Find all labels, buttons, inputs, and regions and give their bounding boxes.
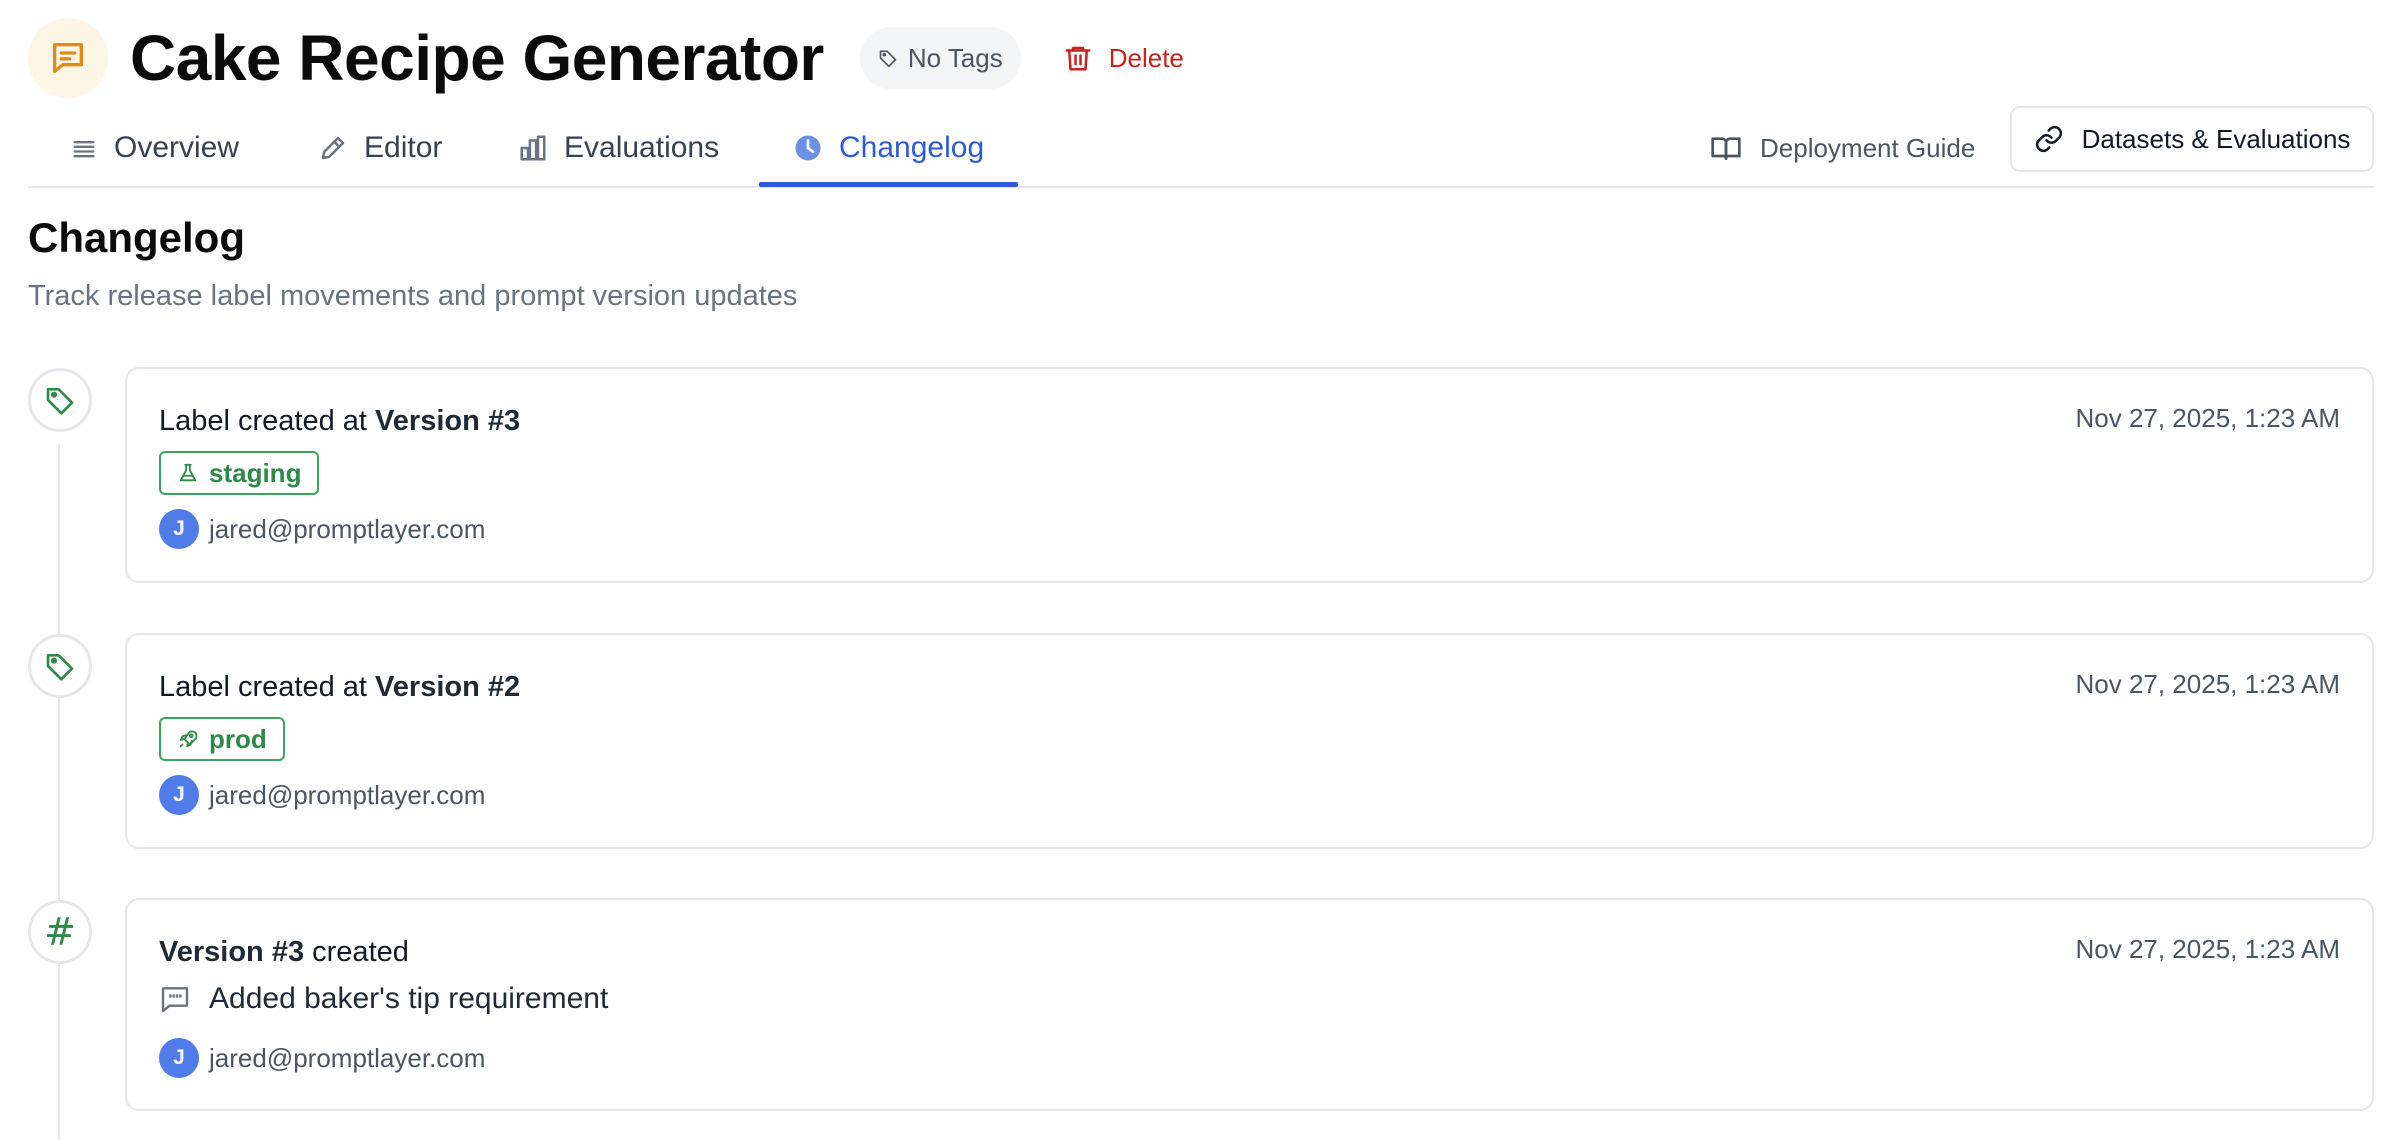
timeline-tag-icon	[28, 368, 92, 432]
tab-overview[interactable]: Overview	[70, 108, 239, 188]
list-icon	[73, 141, 95, 158]
commit-message-text: Added baker's tip requirement	[209, 982, 609, 1015]
section-subtitle: Track release label movements and prompt…	[28, 280, 798, 312]
bar-chart-icon	[520, 135, 546, 161]
label-badge: staging	[159, 451, 320, 495]
avatar: J	[159, 775, 199, 815]
tab-evaluations[interactable]: Evaluations	[518, 108, 719, 188]
timeline-hash-icon: #	[28, 900, 92, 964]
entry-heading-prefix: Label created at	[159, 405, 376, 437]
clock-icon	[795, 135, 821, 161]
changelog-entry: Label created at Version #2 Nov 27, 2025…	[125, 633, 2374, 849]
user-email: jared@promptlayer.com	[209, 513, 486, 544]
tags-label: No Tags	[907, 42, 1003, 73]
pencil-icon	[321, 136, 345, 160]
rocket-icon	[179, 730, 198, 748]
entry-heading: Version #3 created	[159, 936, 409, 969]
tags-button[interactable]: No Tags	[859, 27, 1021, 89]
timeline-line	[58, 444, 60, 1140]
entry-timestamp: Nov 27, 2025, 1:23 AM	[2075, 669, 2340, 699]
entry-heading: Label created at Version #3	[159, 405, 520, 438]
flask-icon	[179, 463, 197, 482]
tab-editor[interactable]: Editor	[318, 108, 442, 188]
tab-changelog[interactable]: Changelog	[793, 108, 984, 188]
delete-button[interactable]: Delete	[1063, 27, 1184, 89]
deployment-guide-label: Deployment Guide	[1760, 132, 1976, 163]
timeline-tag-icon	[28, 634, 92, 698]
datasets-evaluations-button[interactable]: Datasets & Evaluations	[2010, 106, 2374, 172]
tab-label: Editor	[364, 131, 443, 164]
entry-heading-suffix: created	[304, 936, 409, 968]
datasets-evaluations-label: Datasets & Evaluations	[2081, 123, 2351, 154]
section-title: Changelog	[28, 214, 245, 261]
entry-heading-prefix: Label created at	[159, 671, 376, 703]
book-icon	[1711, 137, 1741, 160]
entry-user: J jared@promptlayer.com	[159, 509, 485, 549]
changelog-entry: Version #3 created Nov 27, 2025, 1:23 AM…	[125, 898, 2374, 1111]
avatar: J	[159, 509, 199, 549]
trash-icon	[1065, 46, 1091, 71]
user-email: jared@promptlayer.com	[209, 779, 486, 810]
label-badge-text: staging	[209, 457, 302, 488]
entry-timestamp: Nov 27, 2025, 1:23 AM	[2075, 934, 2340, 964]
quote-message-icon	[161, 987, 189, 1013]
page-title: Cake Recipe Generator	[130, 22, 824, 94]
entry-user: J jared@promptlayer.com	[159, 775, 485, 815]
commit-message: Added baker's tip requirement	[159, 982, 608, 1016]
delete-label: Delete	[1108, 42, 1184, 73]
tab-label: Changelog	[839, 131, 985, 164]
label-badge: prod	[159, 717, 285, 761]
entry-heading: Label created at Version #2	[159, 671, 520, 704]
entry-version[interactable]: Version #2	[375, 671, 520, 703]
page-header: Cake Recipe Generator No Tags Delete	[28, 16, 1184, 100]
avatar: J	[159, 1038, 199, 1078]
label-badge-text: prod	[209, 723, 267, 754]
entry-version[interactable]: Version #3	[375, 405, 520, 437]
entry-timestamp: Nov 27, 2025, 1:23 AM	[2075, 403, 2340, 433]
prompt-chat-icon	[28, 18, 108, 98]
changelog-entry: Label created at Version #3 Nov 27, 2025…	[125, 367, 2374, 583]
tag-icon	[879, 50, 897, 68]
entry-user: J jared@promptlayer.com	[159, 1038, 485, 1078]
link-icon	[2035, 125, 2062, 153]
tab-label: Overview	[114, 131, 240, 164]
active-tab-indicator	[759, 182, 1018, 187]
tab-label: Evaluations	[564, 131, 720, 164]
user-email: jared@promptlayer.com	[209, 1042, 486, 1073]
deployment-guide-link[interactable]: Deployment Guide	[1710, 118, 1975, 178]
entry-version[interactable]: Version #3	[159, 936, 304, 968]
